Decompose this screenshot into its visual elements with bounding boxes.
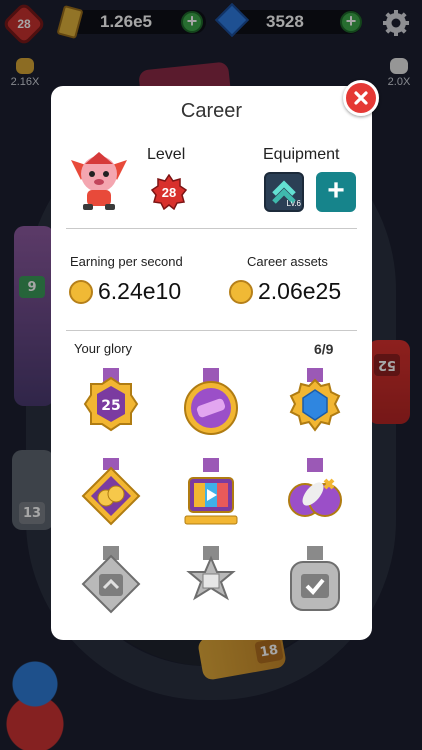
coin-icon [229,280,253,304]
chevron-card-medal-icon[interactable] [79,546,143,620]
add-equipment-button[interactable]: + [316,172,356,212]
assets-value: 2.06e25 [258,278,342,304]
equipment-level-text: Lv.6 [286,199,301,208]
purple-car-medal-icon[interactable] [179,368,243,442]
close-icon [354,91,368,105]
level-25-medal-icon[interactable]: 25 [79,368,143,442]
blue-gem-medal-icon[interactable] [283,368,347,442]
glory-count: 6/9 [314,341,334,357]
checkbox-medal-icon[interactable] [283,546,347,620]
level-label: Level [147,146,186,163]
tv-video-medal-icon[interactable] [179,458,243,532]
medal-text: 25 [101,398,120,414]
close-button[interactable] [343,80,379,116]
player-avatar [71,152,127,210]
glory-label: Your glory [74,341,133,356]
assets-label: Career assets [247,254,328,269]
coin-icon [69,280,93,304]
divider [66,330,357,331]
dialog-title: Career [180,100,243,122]
career-dialog: Career Level 28 Equipment Lv.6 + Earning… [51,80,379,640]
star-box-medal-icon[interactable] [179,546,243,620]
earning-label: Earning per second [70,254,183,269]
equipment-label: Equipment [263,146,340,163]
gold-coins-medal-icon[interactable] [79,458,143,532]
earning-value: 6.24e10 [98,278,182,304]
divider [66,228,357,229]
level-value: 28 [161,184,177,200]
rocket-medal-icon[interactable] [283,458,347,532]
